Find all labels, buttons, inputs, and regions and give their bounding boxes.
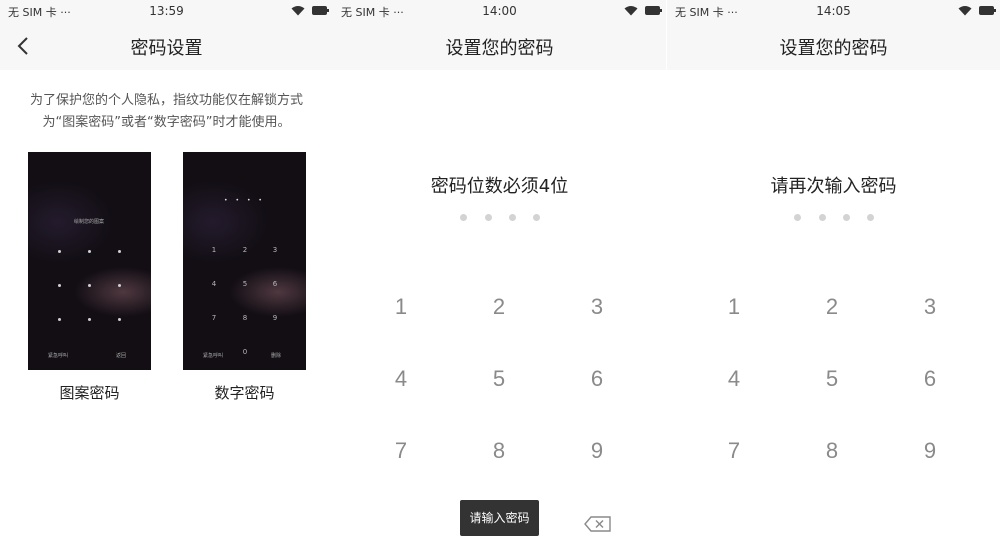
pin-length-prompt: 密码位数必须4位 (430, 176, 569, 197)
wifi-icon (624, 6, 638, 16)
mini-key: 2 (242, 246, 248, 254)
pattern-dot (118, 250, 121, 253)
pin-dot (843, 214, 850, 221)
confirm-password-screen: 无 SIM 卡 ··· 14:05 设置您的密码 请再次输入密码 1 2 3 4… (667, 0, 1000, 543)
status-bar: 无 SIM 卡 ··· 13:59 (0, 0, 333, 22)
pin-dot (819, 214, 826, 221)
key-6[interactable]: 6 (577, 366, 617, 392)
set-password-screen: 无 SIM 卡 ··· 14:00 设置您的密码 密码位数必须4位 1 2 3 … (333, 0, 666, 543)
key-3[interactable]: 3 (910, 294, 950, 320)
pattern-password-option[interactable]: 绘制您的图案 紧急呼叫 返回 (28, 152, 151, 370)
pattern-dot (88, 284, 91, 287)
key-8[interactable]: 8 (812, 438, 852, 464)
pin-dot (533, 214, 540, 221)
status-bar: 无 SIM 卡 ··· 14:00 (333, 0, 666, 22)
key-1[interactable]: 1 (381, 294, 421, 320)
status-bar: 无 SIM 卡 ··· 14:05 (667, 0, 1000, 22)
pattern-dot (58, 284, 61, 287)
mini-key: 0 (242, 348, 248, 356)
emergency-call-text: 紧急呼叫 (48, 353, 69, 359)
numeric-password-label[interactable]: 数字密码 (183, 382, 306, 403)
key-1[interactable]: 1 (714, 294, 754, 320)
pattern-dot (88, 250, 91, 253)
pin-dot (460, 214, 467, 221)
key-8[interactable]: 8 (479, 438, 519, 464)
password-settings-screen: 无 SIM 卡 ··· 13:59 密码设置 为了保护您的个人隐私，指纹功能仅在… (0, 0, 333, 543)
key-7[interactable]: 7 (714, 438, 754, 464)
fingerprint-description: 为了保护您的个人隐私，指纹功能仅在解锁方式为“图案密码”或者“数字密码”时才能使… (29, 93, 303, 130)
nav-bar: 设置您的密码 (667, 22, 1000, 70)
mini-key: 6 (272, 280, 278, 288)
page-title: 密码设置 (130, 38, 203, 59)
mini-key: 3 (272, 246, 278, 254)
pattern-dot (58, 318, 61, 321)
nav-bar: 设置您的密码 (333, 22, 666, 70)
status-time: 14:00 (482, 4, 517, 18)
wifi-icon (958, 6, 972, 16)
key-4[interactable]: 4 (714, 366, 754, 392)
pin-dots-preview: • • • • (224, 197, 265, 204)
mini-key: 7 (211, 314, 217, 322)
back-text: 返回 (116, 353, 127, 359)
wifi-icon (291, 6, 305, 16)
page-title: 设置您的密码 (779, 38, 888, 59)
page-title: 设置您的密码 (445, 38, 554, 59)
key-9[interactable]: 9 (910, 438, 950, 464)
mini-key: 5 (242, 280, 248, 288)
pattern-dot (118, 284, 121, 287)
status-time: 13:59 (149, 4, 184, 18)
key-6[interactable]: 6 (910, 366, 950, 392)
numeric-password-option[interactable]: • • • • 1 2 3 4 5 6 7 8 9 0 紧急呼叫 删除 (183, 152, 306, 370)
key-9[interactable]: 9 (577, 438, 617, 464)
pin-dot (794, 214, 801, 221)
key-5[interactable]: 5 (479, 366, 519, 392)
key-4[interactable]: 4 (381, 366, 421, 392)
backspace-icon[interactable] (584, 516, 612, 532)
status-time: 14:05 (816, 4, 851, 18)
mini-key: 1 (211, 246, 217, 254)
mini-key: 4 (211, 280, 217, 288)
pattern-password-label[interactable]: 图案密码 (28, 382, 151, 403)
pattern-dot (58, 250, 61, 253)
battery-icon (312, 6, 329, 15)
key-2[interactable]: 2 (812, 294, 852, 320)
key-7[interactable]: 7 (381, 438, 421, 464)
battery-icon (645, 6, 662, 15)
pin-dot (509, 214, 516, 221)
key-2[interactable]: 2 (479, 294, 519, 320)
nav-bar: 密码设置 (0, 22, 333, 70)
toast-message: 请输入密码 (460, 500, 539, 536)
pin-dot (867, 214, 874, 221)
key-5[interactable]: 5 (812, 366, 852, 392)
pattern-dot (118, 318, 121, 321)
pin-dot (485, 214, 492, 221)
pattern-hint-text: 绘制您的图案 (74, 219, 105, 225)
emergency-call-text: 紧急呼叫 (203, 353, 224, 359)
battery-icon (979, 6, 996, 15)
key-3[interactable]: 3 (577, 294, 617, 320)
re-enter-prompt: 请再次输入密码 (770, 176, 897, 197)
delete-text: 删除 (271, 353, 282, 359)
mini-key: 9 (272, 314, 278, 322)
mini-key: 8 (242, 314, 248, 322)
pattern-dot (88, 318, 91, 321)
